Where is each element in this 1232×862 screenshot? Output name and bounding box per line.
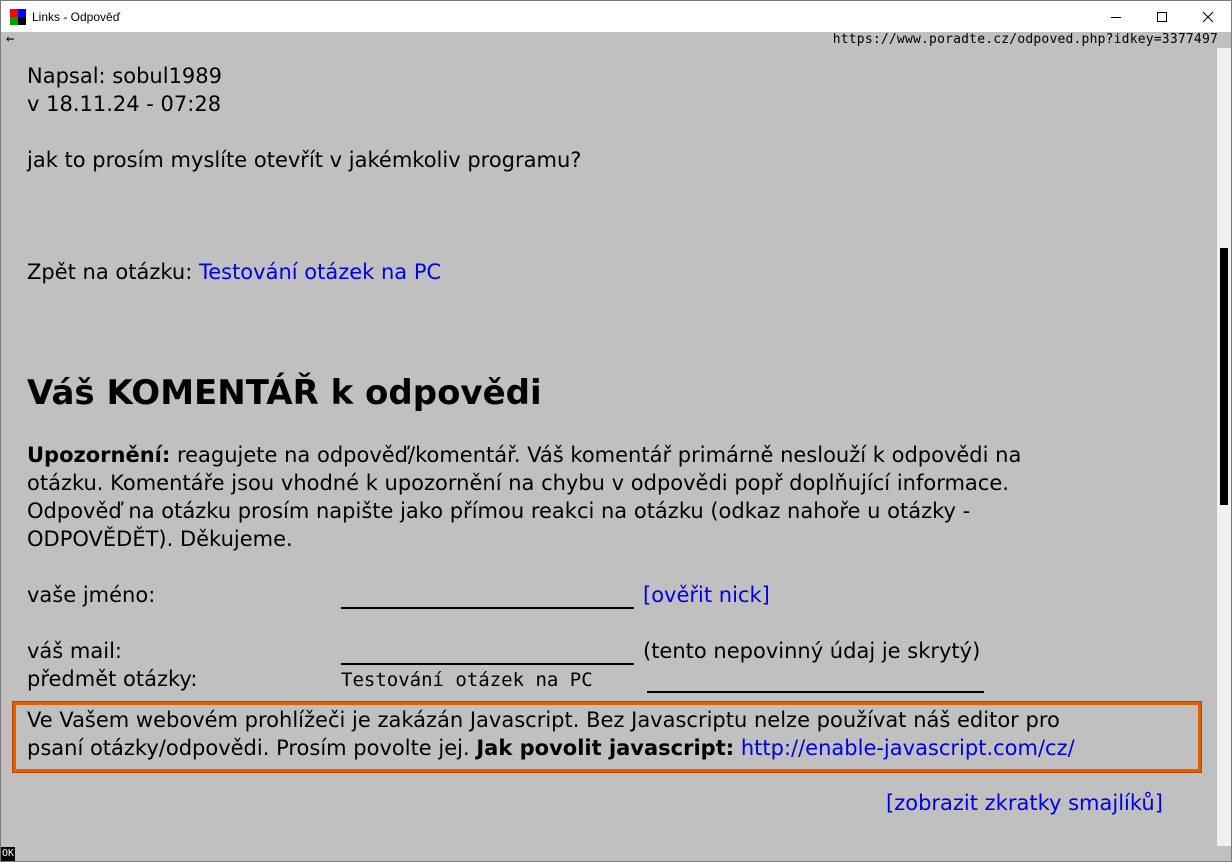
name-input[interactable] xyxy=(341,581,634,609)
current-url: https://www.poradte.cz/odpoved.php?idkey… xyxy=(832,32,1218,47)
window-controls xyxy=(1093,1,1231,32)
subject-input[interactable]: Testování otázek na PC xyxy=(341,665,984,693)
mail-note: (tento nepovinný údaj je skrytý) xyxy=(643,639,981,663)
subject-label: předmět otázky: xyxy=(27,667,198,691)
window-title: Links - Odpověď xyxy=(32,9,121,24)
post-date: v 18.11.24 - 07:28 xyxy=(27,92,222,116)
verify-nick-link[interactable]: [ověřit nick] xyxy=(643,581,770,609)
mail-label: váš mail: xyxy=(27,639,122,663)
back-arrow-icon[interactable]: ← xyxy=(6,31,14,47)
title-bar: Links - Odpověď xyxy=(1,1,1231,32)
name-label: vaše jméno: xyxy=(27,583,156,607)
notice-line-1: Upozornění: reagujete na odpověď/komentá… xyxy=(27,443,1022,467)
javascript-warning: Ve Vašem webovém prohlížeči je zakázán J… xyxy=(12,701,1202,773)
close-button[interactable] xyxy=(1185,1,1231,32)
maximize-button[interactable] xyxy=(1139,1,1185,32)
notice-line-2: otázku. Komentáře jsou vhodné k upozorně… xyxy=(27,471,1009,495)
post-author: Napsal: sobul1989 xyxy=(27,64,223,88)
notice-label: Upozornění: xyxy=(27,443,171,467)
url-bar: ← https://www.poradte.cz/odpoved.php?idk… xyxy=(1,31,1231,48)
page-content: Napsal: sobul1989 v 18.11.24 - 07:28 jak… xyxy=(1,48,1217,846)
smileys-shortcuts-link[interactable]: [zobrazit zkratky smajlíků] xyxy=(886,789,1163,817)
vertical-scrollbar[interactable] xyxy=(1217,48,1231,846)
maximize-icon xyxy=(1157,11,1167,22)
scrollbar-thumb[interactable] xyxy=(1220,248,1228,505)
enable-js-link[interactable]: http://enable-javascript.com/cz/ xyxy=(741,736,1075,760)
enable-js-label: Jak povolit javascript: xyxy=(476,736,735,760)
warning-line-1: Ve Vašem webovém prohlížeči je zakázán J… xyxy=(27,708,1060,732)
mail-input[interactable] xyxy=(341,637,634,665)
subject-value: Testování otázek na PC xyxy=(341,669,593,691)
back-label: Zpět na otázku: xyxy=(27,260,199,284)
back-to-question: Zpět na otázku: Testování otázek na PC xyxy=(27,258,441,286)
minimize-icon xyxy=(1111,16,1121,18)
minimize-button[interactable] xyxy=(1093,1,1139,32)
question-link[interactable]: Testování otázek na PC xyxy=(199,260,441,284)
notice-line-3: Odpověď na otázku prosím napište jako př… xyxy=(27,499,971,523)
close-icon xyxy=(1202,11,1214,22)
notice-line-4: ODPOVĚDĚT). Děkujeme. xyxy=(27,527,293,551)
status-text: OK xyxy=(1,847,16,861)
browser-window: Links - Odpověď ← https://www.poradte.cz… xyxy=(0,0,1232,862)
warning-line-2: psaní otázky/odpovědi. Prosím povolte je… xyxy=(27,736,1075,760)
comment-heading: Váš KOMENTÁŘ k odpovědi xyxy=(27,373,542,413)
post-body: jak to prosím myslíte otevřít v jakémkol… xyxy=(27,148,582,172)
app-icon xyxy=(10,8,26,25)
status-bar: OK xyxy=(1,846,1231,861)
